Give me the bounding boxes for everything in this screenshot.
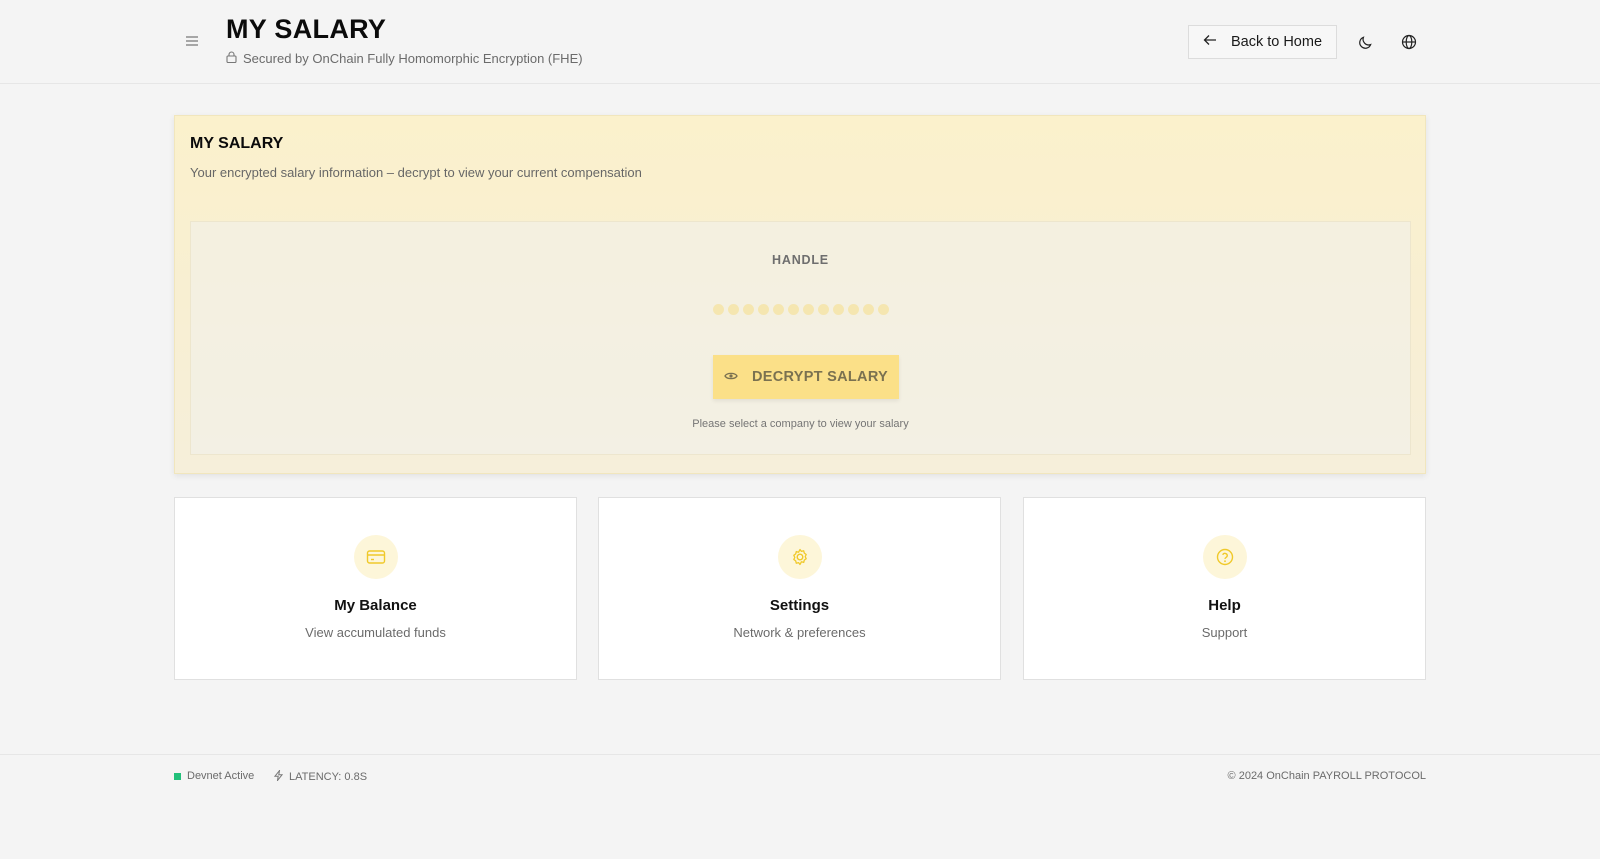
masked-digit <box>772 304 784 315</box>
lock-icon <box>226 51 237 66</box>
back-to-home-label: Back to Home <box>1230 34 1323 50</box>
masked-digit <box>727 304 739 315</box>
latency-readout: LATENCY: 0.8S <box>273 768 368 784</box>
decrypt-salary-label: DECRYPT SALARY <box>751 369 889 385</box>
page-title: MY SALARY <box>226 14 387 44</box>
network-status: Devnet Active <box>174 770 254 782</box>
masked-digit <box>802 304 814 315</box>
tile-title: Help <box>1208 597 1241 614</box>
globe-icon[interactable] <box>1397 30 1421 54</box>
status-indicator-icon <box>174 772 181 780</box>
wallet-icon <box>353 535 398 579</box>
lightning-icon <box>273 768 284 784</box>
masked-digit <box>757 304 769 315</box>
eye-icon <box>724 369 738 385</box>
masked-salary-value <box>191 304 1410 315</box>
menu-icon[interactable] <box>183 33 201 49</box>
latency-text: LATENCY: 0.8S <box>289 771 368 783</box>
network-status-text: Devnet Active <box>187 770 255 782</box>
gear-icon <box>777 535 822 579</box>
copyright: © 2024 OnChain PAYROLL PROTOCOL <box>1227 770 1426 782</box>
tile-subtitle: Support <box>1201 625 1248 640</box>
tile-subtitle: Network & preferences <box>733 625 866 640</box>
page-header: MY SALARY Secured by OnChain Fully Homom… <box>0 0 1600 84</box>
masked-digit <box>787 304 799 315</box>
handle-panel: HANDLE DECRYPT SALARY Please select a co… <box>190 221 1411 455</box>
masked-digit <box>712 304 724 315</box>
back-to-home-button[interactable]: Back to Home <box>1188 25 1337 59</box>
masked-digit <box>742 304 754 315</box>
tile-title: Settings <box>769 597 830 614</box>
salary-card: MY SALARY Your encrypted salary informat… <box>174 115 1426 474</box>
tile-help[interactable]: Help Support <box>1023 497 1426 680</box>
salary-card-subtitle: Your encrypted salary information – decr… <box>190 165 642 180</box>
tile-my-balance[interactable]: My Balance View accumulated funds <box>174 497 577 680</box>
salary-card-title: MY SALARY <box>190 135 284 152</box>
page-footer: Devnet Active LATENCY: 0.8S © 2024 OnCha… <box>0 754 1600 859</box>
masked-digit <box>862 304 874 315</box>
tile-title: My Balance <box>334 597 417 614</box>
moon-icon[interactable] <box>1353 30 1377 54</box>
masked-digit <box>832 304 844 315</box>
select-company-hint: Please select a company to view your sal… <box>692 418 909 430</box>
help-icon <box>1202 535 1247 579</box>
masked-digit <box>817 304 829 315</box>
masked-digit <box>847 304 859 315</box>
handle-label: HANDLE <box>772 253 829 267</box>
security-note: Secured by OnChain Fully Homomorphic Enc… <box>226 51 583 66</box>
tile-settings[interactable]: Settings Network & preferences <box>598 497 1001 680</box>
decrypt-salary-button[interactable]: DECRYPT SALARY <box>713 355 899 399</box>
security-note-text: Secured by OnChain Fully Homomorphic Enc… <box>243 51 583 66</box>
tile-subtitle: View accumulated funds <box>305 625 446 640</box>
masked-digit <box>877 304 889 315</box>
arrow-left-icon <box>1203 34 1217 50</box>
